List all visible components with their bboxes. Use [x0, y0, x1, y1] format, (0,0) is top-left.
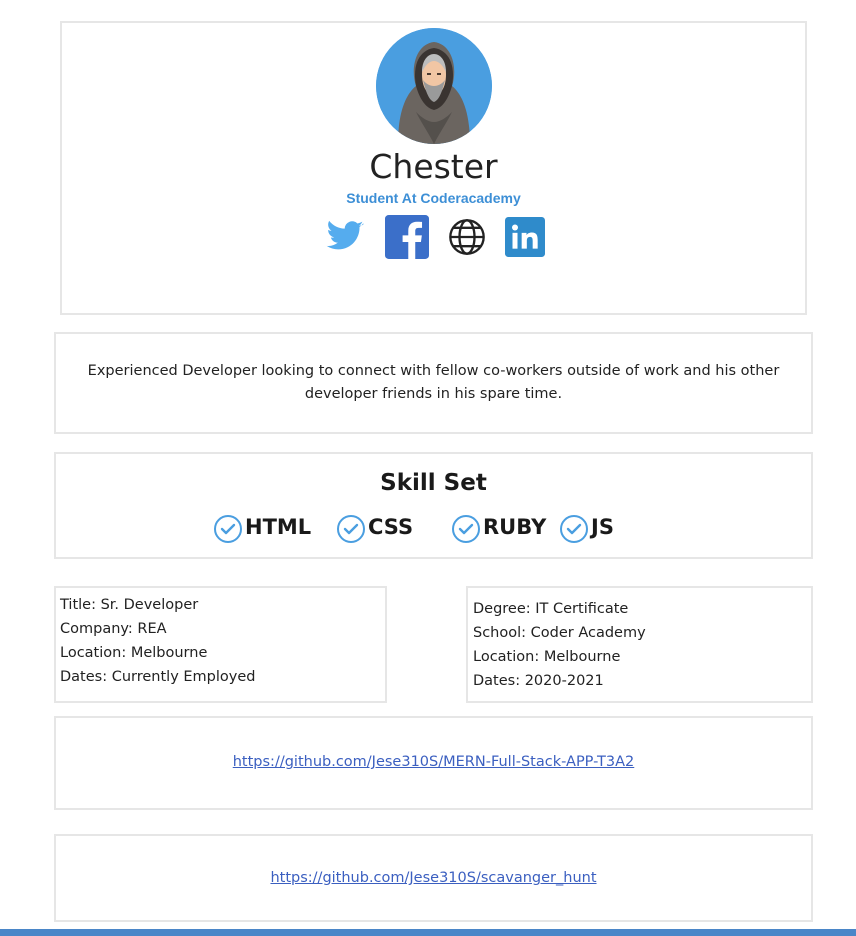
facebook-icon[interactable]	[384, 214, 429, 264]
avatar	[376, 28, 492, 144]
skill-label: RUBY	[483, 515, 547, 539]
education-card: Degree: IT Certificate School: Coder Aca…	[466, 586, 813, 703]
experience-card: Title: Sr. Developer Company: REA Locati…	[54, 586, 387, 703]
check-circle-icon	[214, 515, 242, 543]
check-circle-icon	[452, 515, 480, 543]
bottom-bar	[0, 929, 856, 936]
project-card: https://github.com/Jese310S/MERN-Full-St…	[54, 716, 813, 810]
skill-item: RUBY	[450, 510, 546, 544]
bio-card: Experienced Developer looking to connect…	[54, 332, 813, 434]
experience-company: Company: REA	[60, 621, 167, 637]
globe-icon[interactable]	[447, 217, 487, 262]
skill-label: CSS	[368, 515, 414, 539]
profile-card: Chester Student At Coderacademy	[60, 21, 807, 315]
project-link[interactable]: https://github.com/Jese310S/scavanger_hu…	[56, 870, 811, 886]
check-circle-icon	[560, 515, 588, 543]
profile-name: Chester	[369, 147, 498, 186]
linkedin-icon[interactable]	[504, 216, 545, 262]
project-link[interactable]: https://github.com/Jese310S/MERN-Full-St…	[56, 754, 811, 770]
skill-item: HTML	[212, 510, 311, 544]
skills-title: Skill Set	[380, 470, 487, 496]
skills-card: Skill Set HTML CSS RUBY JS	[54, 452, 813, 559]
skill-item: CSS	[335, 510, 413, 544]
check-circle-icon	[337, 515, 365, 543]
twitter-icon[interactable]	[323, 217, 367, 262]
project-card: https://github.com/Jese310S/scavanger_hu…	[54, 834, 813, 922]
bio-text: Experienced Developer looking to connect…	[87, 363, 780, 402]
education-dates: Dates: 2020-2021	[473, 673, 604, 689]
skill-label: HTML	[245, 515, 312, 539]
skill-label: JS	[591, 515, 614, 539]
experience-dates: Dates: Currently Employed	[60, 669, 256, 685]
experience-title: Title: Sr. Developer	[60, 597, 199, 613]
profile-role: Student At Coderacademy	[346, 190, 521, 206]
education-degree: Degree: IT Certificate	[473, 601, 629, 617]
education-location: Location: Melbourne	[473, 649, 621, 665]
experience-location: Location: Melbourne	[60, 645, 208, 661]
social-links	[62, 214, 805, 264]
hooded-user-avatar-icon	[376, 28, 492, 144]
skill-item: JS	[558, 510, 614, 544]
education-school: School: Coder Academy	[473, 625, 646, 641]
